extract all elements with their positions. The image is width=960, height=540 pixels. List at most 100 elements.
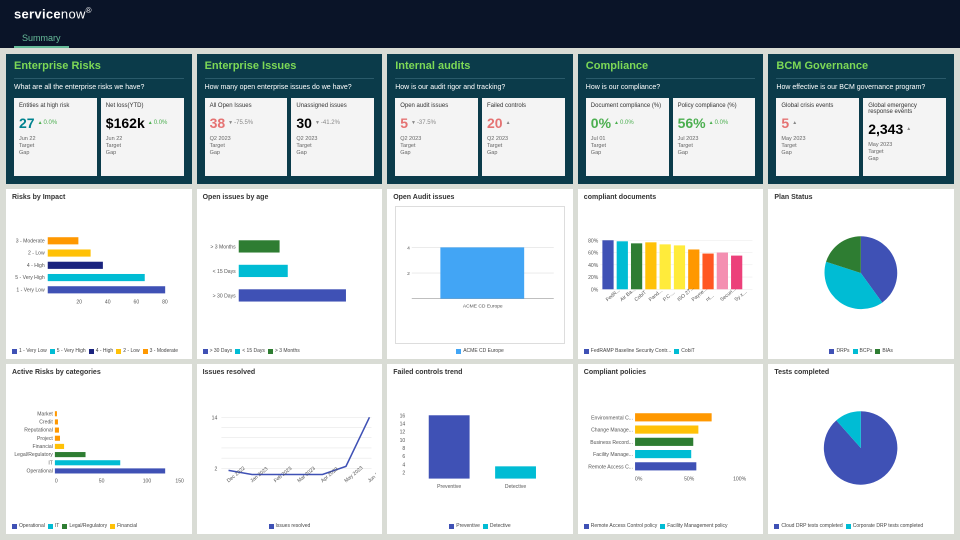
svg-text:150: 150 xyxy=(175,479,184,485)
svg-text:100%: 100% xyxy=(733,477,746,483)
tabs: Summary xyxy=(0,28,960,48)
trend-up-icon xyxy=(792,120,797,126)
tab-summary[interactable]: Summary xyxy=(14,30,69,48)
svg-text:40: 40 xyxy=(105,300,111,306)
trend-up-icon xyxy=(614,120,619,126)
trend-up-icon xyxy=(38,120,43,126)
svg-text:IT: IT xyxy=(48,460,53,466)
svg-text:Detective: Detective xyxy=(505,484,526,490)
svg-text:100: 100 xyxy=(143,479,152,485)
trend-down-icon xyxy=(315,120,320,126)
metric-open-audit-issues[interactable]: Open audit issues 5-37.5% Q2 2023 Target… xyxy=(395,98,478,176)
svg-text:Change Manage...: Change Manage... xyxy=(591,428,633,434)
svg-text:Credit: Credit xyxy=(39,419,53,425)
svg-text:Jun 2023: Jun 2023 xyxy=(366,466,376,484)
svg-text:Operational: Operational xyxy=(27,468,53,474)
logo: servicenow® xyxy=(14,6,92,21)
card-failed-controls-trend[interactable]: Failed controls trend 161412108642 Preve… xyxy=(387,364,573,534)
card-risks-by-impact[interactable]: Risks by Impact 3 - Moderate 2 - Low 4 -… xyxy=(6,189,192,359)
trend-up-icon xyxy=(906,126,911,132)
svg-text:nt...: nt... xyxy=(705,293,715,303)
svg-text:14: 14 xyxy=(211,415,217,421)
card-open-issues-age[interactable]: Open issues by age > 3 Months < 15 Days … xyxy=(197,189,383,359)
svg-text:4: 4 xyxy=(403,462,406,468)
card-compliant-documents[interactable]: compliant documents 80%60%40%20%0% FedR.… xyxy=(578,189,764,359)
svg-text:80%: 80% xyxy=(588,238,599,244)
metric-doc-compliance[interactable]: Document compliance (%) 0%0.0% Jul 01 Ta… xyxy=(586,98,669,176)
svg-text:P.C....: P.C.... xyxy=(662,290,676,303)
svg-text:10: 10 xyxy=(400,438,406,444)
svg-text:3 - Moderate: 3 - Moderate xyxy=(16,238,45,244)
metric-unassigned-issues[interactable]: Unassigned issues 30-41.2% Q2 2023 Targe… xyxy=(291,98,374,176)
metric-failed-controls[interactable]: Failed controls 20 Q2 2023 Target Gap xyxy=(482,98,565,176)
panel-bcm-governance: BCM Governance How effective is our BCM … xyxy=(768,54,954,184)
legend: 1 - Very Low 5 - Very High 4 - High 2 - … xyxy=(12,348,186,354)
svg-text:> 30 Days: > 30 Days xyxy=(212,293,236,299)
svg-text:2: 2 xyxy=(407,271,410,277)
topbar: servicenow® xyxy=(0,0,960,28)
svg-text:Environmental C...: Environmental C... xyxy=(591,415,633,421)
svg-text:2: 2 xyxy=(214,466,217,472)
svg-text:0: 0 xyxy=(55,479,58,485)
panel-title: Enterprise Risks xyxy=(14,60,184,72)
svg-text:Preventive: Preventive xyxy=(437,484,461,490)
svg-text:6: 6 xyxy=(403,454,406,460)
panel-subtitle: What are all the enterprise risks we hav… xyxy=(14,83,184,92)
svg-text:Pand...: Pand... xyxy=(648,288,664,303)
trend-up-icon xyxy=(148,120,153,126)
card-active-risks-categories[interactable]: Active Risks by categories Market Credit… xyxy=(6,364,192,534)
svg-text:ACME CD Europe: ACME CD Europe xyxy=(463,304,503,310)
dashboard: Enterprise Risks What are all the enterp… xyxy=(0,48,960,540)
svg-text:16: 16 xyxy=(400,413,406,419)
trend-up-icon xyxy=(709,120,714,126)
trend-down-icon xyxy=(228,120,233,126)
metric-all-open-issues[interactable]: All Open Issues 38-75.5% Q2 2023 Target … xyxy=(205,98,288,176)
svg-text:FedR...: FedR... xyxy=(605,288,622,303)
svg-text:50: 50 xyxy=(99,479,105,485)
svg-text:Business Record...: Business Record... xyxy=(590,440,633,446)
panel-compliance: Compliance How is our compliance? Docume… xyxy=(578,54,764,184)
panel-enterprise-risks: Enterprise Risks What are all the enterp… xyxy=(6,54,192,184)
svg-text:> 3 Months: > 3 Months xyxy=(210,244,236,250)
card-open-audit-issues[interactable]: Open Audit issues 4 2 ACME CD Europe ACM… xyxy=(387,189,573,359)
svg-text:1 - Very Low: 1 - Very Low xyxy=(16,287,45,293)
metric-global-emergency[interactable]: Global emergency response events 2,343 M… xyxy=(863,98,946,176)
svg-text:Facility Manage...: Facility Manage... xyxy=(593,452,633,458)
card-compliant-policies[interactable]: Compliant policies Environmental C... Ch… xyxy=(578,364,764,534)
svg-text:40%: 40% xyxy=(588,263,599,269)
trend-up-icon xyxy=(506,120,511,126)
svg-text:Project: Project xyxy=(37,436,53,442)
svg-text:Reputational: Reputational xyxy=(24,428,53,434)
svg-text:4 - High: 4 - High xyxy=(27,263,45,269)
card-plan-status[interactable]: Plan Status DRPsBCPsBIAs xyxy=(768,189,954,359)
svg-text:50%: 50% xyxy=(684,477,695,483)
svg-text:Market: Market xyxy=(37,411,53,417)
svg-text:8: 8 xyxy=(403,446,406,452)
svg-text:Financial: Financial xyxy=(32,444,52,450)
card-issues-resolved[interactable]: Issues resolved 142 Dec 2022Jan 2023Feb … xyxy=(197,364,383,534)
metric-net-loss[interactable]: Net loss(YTD) $162k0.0% Jun 22 Target Ga… xyxy=(101,98,184,176)
svg-text:80: 80 xyxy=(162,300,168,306)
svg-text:5 - Very High: 5 - Very High xyxy=(15,275,45,281)
metric-entities-high-risk[interactable]: Entities at high risk 270.0% Jun 22 Targ… xyxy=(14,98,97,176)
svg-text:20%: 20% xyxy=(588,275,599,281)
svg-text:60: 60 xyxy=(134,300,140,306)
svg-text:2 - Low: 2 - Low xyxy=(28,251,45,257)
svg-text:0%: 0% xyxy=(591,287,599,293)
svg-text:20: 20 xyxy=(76,300,82,306)
svg-text:Apr 2023: Apr 2023 xyxy=(319,466,339,484)
svg-text:0%: 0% xyxy=(635,477,643,483)
metric-policy-compliance[interactable]: Policy compliance (%) 56%0.0% Jul 2023 T… xyxy=(673,98,756,176)
svg-text:Remote Access C...: Remote Access C... xyxy=(588,464,633,470)
svg-text:14: 14 xyxy=(400,421,406,427)
panel-enterprise-issues: Enterprise Issues How many open enterpri… xyxy=(197,54,383,184)
metric-global-crisis[interactable]: Global crisis events 5 May 2023 Target G… xyxy=(776,98,859,176)
svg-text:May 2023: May 2023 xyxy=(343,465,364,484)
svg-text:< 15 Days: < 15 Days xyxy=(212,269,236,275)
svg-text:12: 12 xyxy=(400,430,406,436)
svg-text:2: 2 xyxy=(403,471,406,477)
svg-text:4: 4 xyxy=(407,245,410,251)
svg-text:Legal/Regulatory: Legal/Regulatory xyxy=(14,452,53,458)
card-tests-completed[interactable]: Tests completed Cloud DRP tests complete… xyxy=(768,364,954,534)
svg-text:60%: 60% xyxy=(588,251,599,257)
